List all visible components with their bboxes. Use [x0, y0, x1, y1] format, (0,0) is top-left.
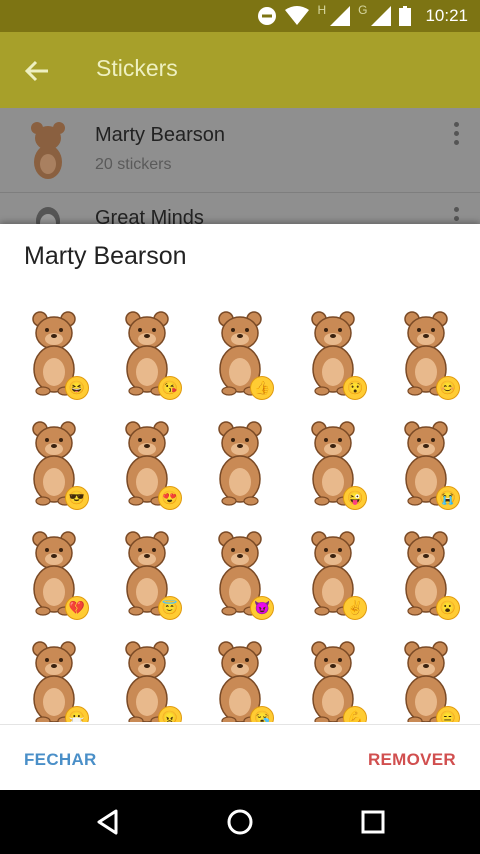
- sticker-item[interactable]: 😠: [101, 626, 194, 722]
- sheet-title: Marty Bearson: [24, 242, 187, 270]
- sticker-item[interactable]: [194, 406, 287, 516]
- app-bar: Stickers: [0, 32, 480, 108]
- heart-eyes-emoji-icon: 😍: [157, 486, 182, 510]
- sticker-item[interactable]: 😎: [8, 406, 101, 516]
- sunglasses-emoji-icon: 😎: [64, 486, 89, 510]
- sticker-item[interactable]: 😊: [379, 296, 472, 406]
- sticker-item[interactable]: 💪: [286, 626, 379, 722]
- navigation-bar: [0, 790, 480, 854]
- angry-emoji-icon: 😠: [157, 706, 182, 722]
- divider: [0, 724, 480, 725]
- sticker-set-list: Marty Bearson 20 stickers Great Minds: [0, 108, 480, 224]
- list-item[interactable]: Great Minds: [0, 193, 480, 224]
- back-arrow-icon[interactable]: [22, 56, 52, 86]
- home-circle-icon[interactable]: [224, 806, 256, 838]
- network-type-label-2: G: [358, 3, 368, 17]
- sticker-item[interactable]: 👍: [194, 296, 287, 406]
- halo-emoji-icon: 😇: [157, 596, 182, 620]
- sticker-item[interactable]: 💔: [8, 516, 101, 626]
- sticker-item[interactable]: 😘: [101, 296, 194, 406]
- sticker-item[interactable]: 😍: [101, 406, 194, 516]
- page-title: Stickers: [96, 55, 178, 81]
- signal-icon: [330, 6, 351, 26]
- bear-sticker-icon: [218, 421, 262, 506]
- winking-emoji-icon: 😜: [343, 486, 368, 510]
- surprised-emoji-icon: 😯: [343, 376, 368, 400]
- status-bar: H G 10:21: [0, 0, 480, 32]
- clock: 10:21: [425, 6, 468, 25]
- recents-square-icon[interactable]: [357, 806, 389, 838]
- sticker-item[interactable]: 😷: [8, 626, 101, 722]
- sticker-item[interactable]: 😭: [379, 406, 472, 516]
- sticker-set-name: Marty Bearson: [95, 124, 226, 146]
- sticker-grid: 😆 😘 👍 😯 😊 😎 😍 😜 😭 💔 😇 😈 ✌ 😮 😷 😠 😪 💪 😑: [8, 296, 472, 722]
- laughing-emoji-icon: 😆: [64, 376, 89, 400]
- sticker-item[interactable]: ✌: [286, 516, 379, 626]
- sticker-item[interactable]: 😜: [286, 406, 379, 516]
- sticker-item[interactable]: 😯: [286, 296, 379, 406]
- broken-heart-emoji-icon: 💔: [64, 596, 89, 620]
- battery-icon: [399, 6, 412, 26]
- sticker-item[interactable]: 😮: [379, 516, 472, 626]
- sticker-set-thumbnail: [36, 207, 60, 224]
- network-type-label: H: [317, 3, 327, 17]
- sticker-set-thumbnail: [31, 122, 65, 179]
- sticker-set-name: Great Minds: [95, 207, 204, 224]
- kissing-emoji-icon: 😘: [157, 376, 182, 400]
- sticker-item[interactable]: 😪: [194, 626, 287, 722]
- more-vert-icon[interactable]: [454, 122, 460, 146]
- sticker-item[interactable]: 😆: [8, 296, 101, 406]
- sticker-set-sheet: Marty Bearson 😆 😘 👍 😯 😊 😎 😍 😜 😭 💔 😇 😈 ✌ 😮 😷 😠 😪 💪 😑 FECHAR…: [0, 224, 480, 790]
- smiling-emoji-icon: 😊: [435, 376, 460, 400]
- more-vert-icon[interactable]: [454, 207, 460, 224]
- wifi-icon: [285, 6, 310, 25]
- back-triangle-icon[interactable]: [92, 806, 124, 838]
- do-not-disturb-icon: [258, 7, 277, 25]
- crying-emoji-icon: 😭: [435, 486, 460, 510]
- sticker-item[interactable]: 😇: [101, 516, 194, 626]
- sticker-item[interactable]: 😈: [194, 516, 287, 626]
- close-button[interactable]: FECHAR: [24, 744, 97, 776]
- signal-icon-2: [371, 6, 392, 26]
- list-item[interactable]: Marty Bearson 20 stickers: [0, 108, 480, 193]
- victory-emoji-icon: ✌: [343, 596, 368, 620]
- sticker-item[interactable]: 😑: [379, 626, 472, 722]
- astonished-emoji-icon: 😮: [435, 596, 460, 620]
- sticker-set-count: 20 stickers: [95, 156, 172, 173]
- mask-emoji-icon: 😷: [64, 706, 89, 722]
- remove-button[interactable]: REMOVER: [368, 744, 456, 776]
